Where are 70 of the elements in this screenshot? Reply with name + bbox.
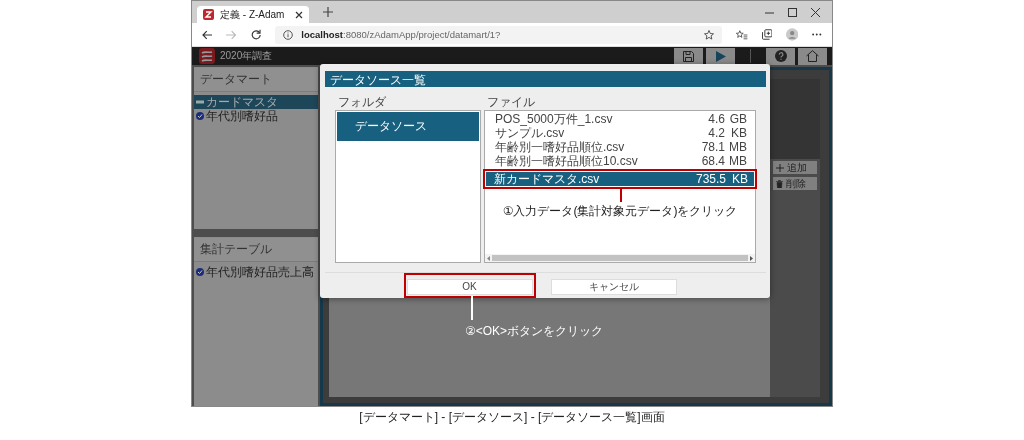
back-arrow-icon[interactable] bbox=[202, 29, 213, 40]
play-icon bbox=[715, 50, 726, 62]
file-size-unit: MB bbox=[728, 140, 747, 154]
dialog-button[interactable]: OK bbox=[406, 278, 533, 295]
browser-tab[interactable]: 定義 - Z-Adam bbox=[197, 6, 309, 23]
panel-heading: データマート bbox=[194, 68, 318, 92]
app-logo-icon bbox=[203, 9, 214, 20]
file-row[interactable]: サンプル.csv 4.2 KB bbox=[487, 126, 753, 140]
annotation-text: ②<OK>ボタンをクリック bbox=[465, 323, 604, 340]
check-circle-icon bbox=[196, 112, 204, 120]
figure-caption: [データマート] - [データソース] - [データソース一覧]画面 bbox=[358, 409, 666, 426]
file-row[interactable]: 年齢別一嗜好品順位10.csv 68.4 MB bbox=[487, 154, 753, 168]
more-icon[interactable] bbox=[812, 33, 822, 36]
save-button[interactable] bbox=[674, 47, 703, 65]
minus-icon bbox=[196, 98, 204, 106]
scroll-left-icon[interactable] bbox=[487, 255, 490, 261]
close-icon[interactable] bbox=[811, 7, 820, 17]
datamart-item[interactable]: 年代別嗜好品 bbox=[194, 109, 318, 123]
collections-icon[interactable] bbox=[761, 29, 773, 40]
panel-heading: 集計テーブル bbox=[194, 238, 318, 262]
plus-icon bbox=[776, 163, 784, 172]
project-title: 2020年調査 bbox=[220, 49, 273, 63]
tab-title: 定義 - Z-Adam bbox=[220, 7, 286, 22]
file-size-unit: KB bbox=[730, 126, 747, 140]
file-row[interactable]: 年齢別一嗜好品順位.csv 78.1 MB bbox=[487, 140, 753, 154]
home-button[interactable] bbox=[798, 47, 827, 65]
folder-item[interactable]: データソース bbox=[337, 112, 479, 141]
file-size-unit: GB bbox=[728, 112, 747, 126]
file-size: 68.4 bbox=[701, 154, 725, 168]
save-icon bbox=[683, 50, 694, 62]
run-button[interactable] bbox=[706, 47, 735, 65]
app-logo-icon bbox=[199, 48, 215, 64]
star-icon[interactable] bbox=[704, 29, 715, 40]
scroll-right-icon[interactable] bbox=[750, 255, 753, 261]
file-row[interactable]: POS_5000万件_1.csv 4.6 GB bbox=[487, 112, 753, 126]
profile-avatar-icon[interactable] bbox=[786, 28, 799, 41]
favorites-icon[interactable] bbox=[736, 29, 748, 40]
maximize-icon[interactable] bbox=[788, 7, 797, 17]
file-size-unit: MB bbox=[728, 154, 747, 168]
file-size: 4.6 bbox=[708, 112, 725, 126]
dialog-title: データソース一覧 bbox=[325, 71, 766, 87]
home-icon bbox=[806, 50, 819, 62]
reload-icon[interactable] bbox=[250, 29, 262, 40]
folder-heading: フォルダ bbox=[337, 95, 387, 109]
file-name: サンプル.csv bbox=[495, 125, 565, 141]
file-name: POS_5000万件_1.csv bbox=[495, 110, 614, 126]
file-heading: ファイル bbox=[486, 95, 536, 109]
horizontal-scrollbar[interactable] bbox=[485, 254, 755, 262]
annotation-text: ①入力データ(集計対象元データ)をクリック bbox=[501, 203, 739, 220]
aggregate-table-item[interactable]: 年代別嗜好品売上高 bbox=[194, 265, 318, 279]
new-tab-icon[interactable] bbox=[323, 7, 333, 17]
file-size: 735.5 bbox=[695, 172, 726, 186]
file-size: 78.1 bbox=[701, 140, 725, 154]
dialog-button[interactable]: キャンセル bbox=[550, 279, 677, 295]
file-name: 年齢別一嗜好品順位10.csv bbox=[495, 153, 639, 170]
leader-line bbox=[471, 296, 473, 320]
help-icon bbox=[774, 50, 787, 62]
check-circle-icon bbox=[196, 268, 204, 276]
file-size: 4.2 bbox=[708, 126, 725, 140]
file-row[interactable]: 新カードマスタ.csv 735.5 KB bbox=[486, 172, 754, 186]
side-action-button[interactable]: 削除 bbox=[773, 177, 817, 190]
side-action-button[interactable]: 追加 bbox=[773, 161, 817, 174]
file-size-unit: KB bbox=[731, 172, 748, 186]
help-button[interactable] bbox=[766, 47, 795, 65]
file-name: 年齢別一嗜好品順位.csv bbox=[495, 139, 626, 155]
trash-icon bbox=[776, 179, 783, 188]
info-icon[interactable] bbox=[283, 29, 294, 40]
file-name: 新カードマスタ.csv bbox=[494, 170, 601, 188]
datamart-item[interactable]: カードマスタ bbox=[194, 95, 318, 109]
close-icon[interactable] bbox=[295, 10, 303, 19]
